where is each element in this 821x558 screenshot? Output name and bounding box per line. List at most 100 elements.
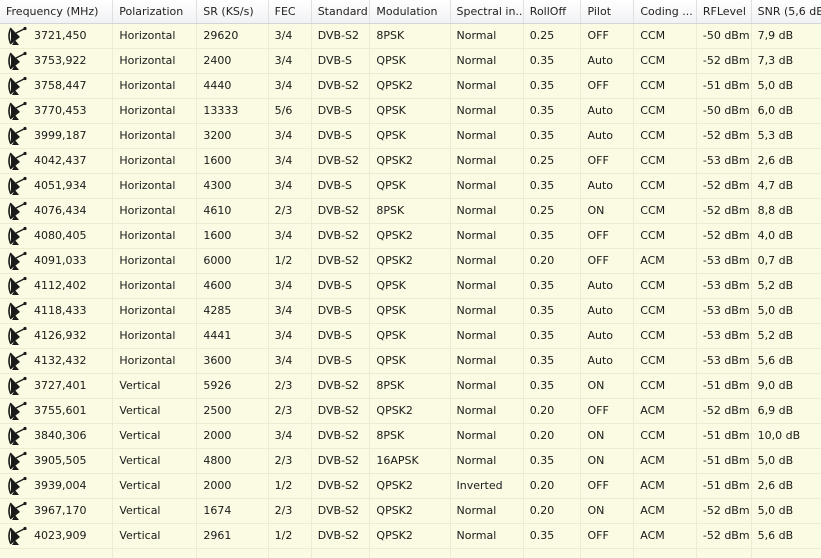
cell-frequency-value: 4023,909	[34, 529, 87, 542]
cell-coding: CCM	[634, 324, 697, 348]
column-header-frequency[interactable]: Frequency (MHz)	[0, 0, 114, 23]
cell-coding: CCM	[634, 199, 697, 223]
table-row[interactable]: 3939,004 Vertical 2000 1/2 DVB-S2 QPSK2 Invert…	[0, 474, 821, 499]
column-header-fec[interactable]: FEC	[269, 0, 312, 23]
cell-symbol-rate: 4610	[197, 199, 269, 223]
table-row[interactable]: 4076,434 Horizontal 4610 2/3 DVB-S2 8PSK Norma…	[0, 199, 821, 224]
cell-empty	[113, 549, 198, 558]
cell-pilot: ON	[581, 499, 635, 523]
table-row[interactable]: 4091,033 Horizontal 6000 1/2 DVB-S2 QPSK2 Norm…	[0, 249, 821, 274]
cell-spectral-inversion: Normal	[451, 349, 524, 373]
table-row[interactable]: 3999,187 Horizontal 3200 3/4 DVB-S QPSK Normal…	[0, 124, 821, 149]
cell-fec: 1/2	[269, 524, 312, 548]
cell-snr: 5,0 dB	[757, 304, 794, 317]
column-header-snr[interactable]: SNR (5,6 dB)	[752, 0, 821, 23]
table-row[interactable]: 4042,437 Horizontal 1600 3/4 DVB-S2 QPSK2 Norm…	[0, 149, 821, 174]
cell-standard: DVB-S2	[312, 424, 371, 448]
table-row[interactable]: 3840,306 Vertical 2000 3/4 DVB-S2 8PSK Normal 0…	[0, 424, 821, 449]
cell-fec: 3/4	[269, 149, 312, 173]
column-header-modulation[interactable]: Modulation	[370, 0, 451, 23]
cell-snr: 5,0 dB	[757, 79, 794, 92]
table-row[interactable]: 4080,405 Horizontal 1600 3/4 DVB-S2 QPSK2 Norm…	[0, 224, 821, 249]
table-row[interactable]: 3755,601 Vertical 2500 2/3 DVB-S2 QPSK2 Normal…	[0, 399, 821, 424]
cell-rf-level: -52 dBm	[697, 224, 752, 248]
cell-standard: DVB-S	[312, 274, 371, 298]
cell-rolloff: 0.35	[524, 374, 582, 398]
cell-symbol-rate: 4440	[197, 74, 269, 98]
cell-spectral-inversion: Inverted	[451, 474, 524, 498]
cell-spectral-inversion: Normal	[451, 124, 524, 148]
satellite-dish-icon	[8, 101, 27, 120]
table-row[interactable]: 4051,934 Horizontal 4300 3/4 DVB-S QPSK Normal…	[0, 174, 821, 199]
cell-standard: DVB-S2	[312, 474, 371, 498]
cell-standard: DVB-S2	[312, 74, 371, 98]
cell-rolloff: 0.20	[524, 474, 582, 498]
cell-polarization: Vertical	[113, 374, 198, 398]
cell-fec: 3/4	[269, 74, 312, 98]
cell-coding: CCM	[634, 374, 697, 398]
cell-coding: ACM	[634, 449, 697, 473]
column-header-standard[interactable]: Standard	[312, 0, 371, 23]
column-header-rf-level[interactable]: RFLevel	[697, 0, 752, 23]
cell-polarization: Vertical	[113, 499, 198, 523]
column-header-pilot[interactable]: Pilot	[581, 0, 635, 23]
table-row[interactable]: 4118,433 Horizontal 4285 3/4 DVB-S QPSK Normal…	[0, 299, 821, 324]
cell-spectral-inversion: Normal	[451, 199, 524, 223]
table-row[interactable]: 3721,450 Horizontal 29620 3/4 DVB-S2 8PSK Norm…	[0, 24, 821, 49]
cell-rf-level: -52 dBm	[697, 524, 752, 548]
cell-standard: DVB-S2	[312, 449, 371, 473]
satellite-dish-icon	[8, 326, 27, 345]
cell-pilot: OFF	[581, 24, 635, 48]
table-row[interactable]: 3770,453 Horizontal 13333 5/6 DVB-S QPSK Norma…	[0, 99, 821, 124]
column-header-polarization[interactable]: Polarization	[113, 0, 198, 23]
cell-frequency: 4112,402	[0, 274, 114, 298]
cell-standard: DVB-S	[312, 349, 371, 373]
table-row[interactable]: 3753,922 Horizontal 2400 3/4 DVB-S QPSK Normal…	[0, 49, 821, 74]
cell-standard: DVB-S2	[312, 399, 371, 423]
column-header-rolloff[interactable]: RollOff	[524, 0, 582, 23]
table-row[interactable]: 3758,447 Horizontal 4440 3/4 DVB-S2 QPSK2 Norm…	[0, 74, 821, 99]
table-body: 3721,450 Horizontal 29620 3/4 DVB-S2 8PSK Norm…	[0, 24, 821, 558]
table-row[interactable]: 4126,932 Horizontal 4441 3/4 DVB-S QPSK Normal…	[0, 324, 821, 349]
cell-rf-level: -51 dBm	[697, 474, 752, 498]
table-row[interactable]: 4023,909 Vertical 2961 1/2 DVB-S2 QPSK2 Normal…	[0, 524, 821, 549]
cell-frequency-value: 3939,004	[34, 479, 87, 492]
table-row[interactable]: 3967,170 Vertical 1674 2/3 DVB-S2 QPSK2 Normal…	[0, 499, 821, 524]
cell-modulation: QPSK	[370, 99, 451, 123]
cell-fec: 2/3	[269, 499, 312, 523]
cell-standard: DVB-S	[312, 124, 371, 148]
cell-coding: ACM	[634, 399, 697, 423]
column-header-symbol-rate[interactable]: SR (KS/s)	[197, 0, 269, 23]
cell-frequency-value: 3758,447	[34, 79, 87, 92]
cell-symbol-rate: 13333	[197, 99, 269, 123]
cell-frequency-value: 3770,453	[34, 104, 87, 117]
column-header-spectral-inversion[interactable]: Spectral in...	[451, 0, 524, 23]
cell-rf-level: -50 dBm	[697, 99, 752, 123]
cell-pilot: OFF	[581, 399, 635, 423]
table-row[interactable]: 4132,432 Horizontal 3600 3/4 DVB-S QPSK Normal…	[0, 349, 821, 374]
cell-empty	[451, 549, 524, 558]
cell-rf-level: -51 dBm	[697, 374, 752, 398]
satellite-dish-icon	[8, 451, 27, 470]
cell-frequency-value: 3721,450	[34, 29, 87, 42]
cell-polarization: Horizontal	[113, 199, 198, 223]
cell-symbol-rate: 3200	[197, 124, 269, 148]
cell-modulation: 8PSK	[370, 24, 451, 48]
cell-snr: 6,9 dB	[757, 404, 794, 417]
cell-coding: CCM	[634, 424, 697, 448]
cell-symbol-rate: 2961	[197, 524, 269, 548]
satellite-dish-icon	[8, 351, 27, 370]
cell-coding: CCM	[634, 149, 697, 173]
cell-pilot: Auto	[581, 274, 635, 298]
cell-rolloff: 0.35	[524, 174, 582, 198]
column-header-coding[interactable]: Coding ...	[634, 0, 697, 23]
table-row[interactable]: 4112,402 Horizontal 4600 3/4 DVB-S QPSK Normal…	[0, 274, 821, 299]
cell-spectral-inversion: Normal	[451, 499, 524, 523]
cell-snr: 5,3 dB	[757, 129, 794, 142]
cell-snr: 6,0 dB	[757, 104, 794, 117]
cell-polarization: Horizontal	[113, 274, 198, 298]
table-row[interactable]: 3727,401 Vertical 5926 2/3 DVB-S2 8PSK Normal 0…	[0, 374, 821, 399]
table-row[interactable]: 3905,505 Vertical 4800 2/3 DVB-S2 16APSK Norma…	[0, 449, 821, 474]
cell-coding: CCM	[634, 274, 697, 298]
cell-frequency-value: 3840,306	[34, 429, 87, 442]
